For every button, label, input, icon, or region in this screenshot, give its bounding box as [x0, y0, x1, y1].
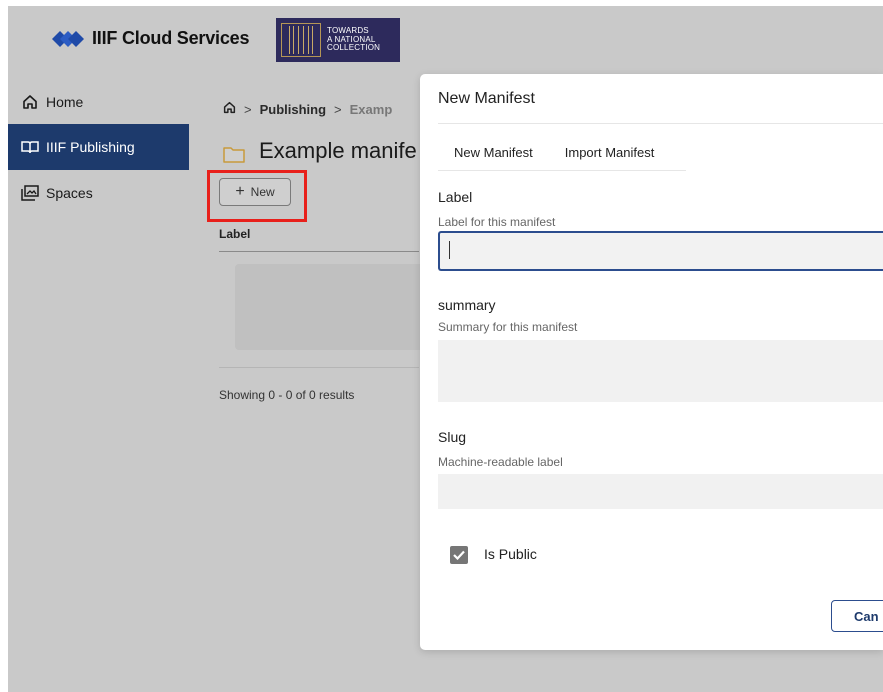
breadcrumb: > Publishing > Examp [223, 101, 392, 117]
image-stack-icon [20, 183, 40, 203]
folder-icon [223, 143, 245, 163]
slug-input[interactable] [438, 474, 883, 509]
is-public-label: Is Public [484, 546, 537, 562]
page-title-text: Example manife [259, 138, 417, 163]
label-input[interactable] [438, 231, 883, 271]
iiif-logo-icon [52, 30, 84, 48]
is-public-checkbox[interactable] [450, 546, 468, 564]
tabs-underline [438, 170, 686, 171]
tab-import-manifest[interactable]: Import Manifest [549, 145, 671, 171]
partner-logo: TOWARDS A NATIONAL COLLECTION [276, 18, 400, 62]
book-icon [20, 137, 40, 157]
dialog-divider [438, 123, 883, 124]
sidebar-item-label: Home [46, 94, 84, 110]
sidebar-item-label: Spaces [46, 185, 93, 201]
breadcrumb-separator: > [334, 101, 342, 117]
summary-textarea[interactable] [438, 340, 883, 402]
top-header: IIIF Cloud Services TOWARDS A NATIONAL C… [8, 6, 883, 74]
slug-field-label: Slug [438, 429, 467, 445]
dialog-title: New Manifest [438, 90, 535, 107]
sidebar-item-iiif-publishing[interactable]: IIIF Publishing [8, 124, 189, 170]
table-header-label: Label [219, 227, 419, 252]
brand[interactable]: IIIF Cloud Services [52, 28, 249, 49]
text-caret [449, 241, 450, 259]
breadcrumb-item-publishing[interactable]: Publishing [260, 102, 326, 117]
summary-field-help: Summary for this manifest [438, 320, 578, 334]
sidebar-item-label: IIIF Publishing [46, 139, 135, 155]
app-name: IIIF Cloud Services [92, 28, 250, 48]
collection-mark-icon [281, 23, 321, 57]
checkmark-icon [453, 550, 465, 560]
slug-field-help: Machine-readable label [438, 455, 563, 469]
partner-logo-text: TOWARDS A NATIONAL COLLECTION [327, 26, 381, 53]
highlight-box [207, 170, 307, 222]
breadcrumb-item-current: Examp [349, 101, 393, 117]
label-field-label: Label [438, 189, 473, 205]
dialog-tabs: New Manifest Import Manifest [438, 145, 670, 171]
cancel-button[interactable]: Can [831, 600, 883, 632]
breadcrumb-separator: > [244, 101, 252, 117]
table-empty-state [235, 264, 425, 350]
page-title: Example manife [223, 138, 417, 164]
summary-field-label: summary [438, 297, 496, 313]
sidebar-item-home[interactable]: Home [8, 79, 189, 125]
label-field-help: Label for this manifest [438, 215, 556, 229]
sidebar: Home IIIF Publishing Spaces [8, 74, 189, 692]
home-icon[interactable] [223, 101, 236, 117]
results-count: Showing 0 - 0 of 0 results [219, 388, 355, 402]
home-icon [20, 92, 40, 112]
new-manifest-dialog: New Manifest New Manifest Import Manifes… [420, 74, 883, 650]
sidebar-item-spaces[interactable]: Spaces [8, 170, 189, 216]
table-divider [219, 367, 419, 368]
tab-new-manifest[interactable]: New Manifest [438, 145, 549, 171]
